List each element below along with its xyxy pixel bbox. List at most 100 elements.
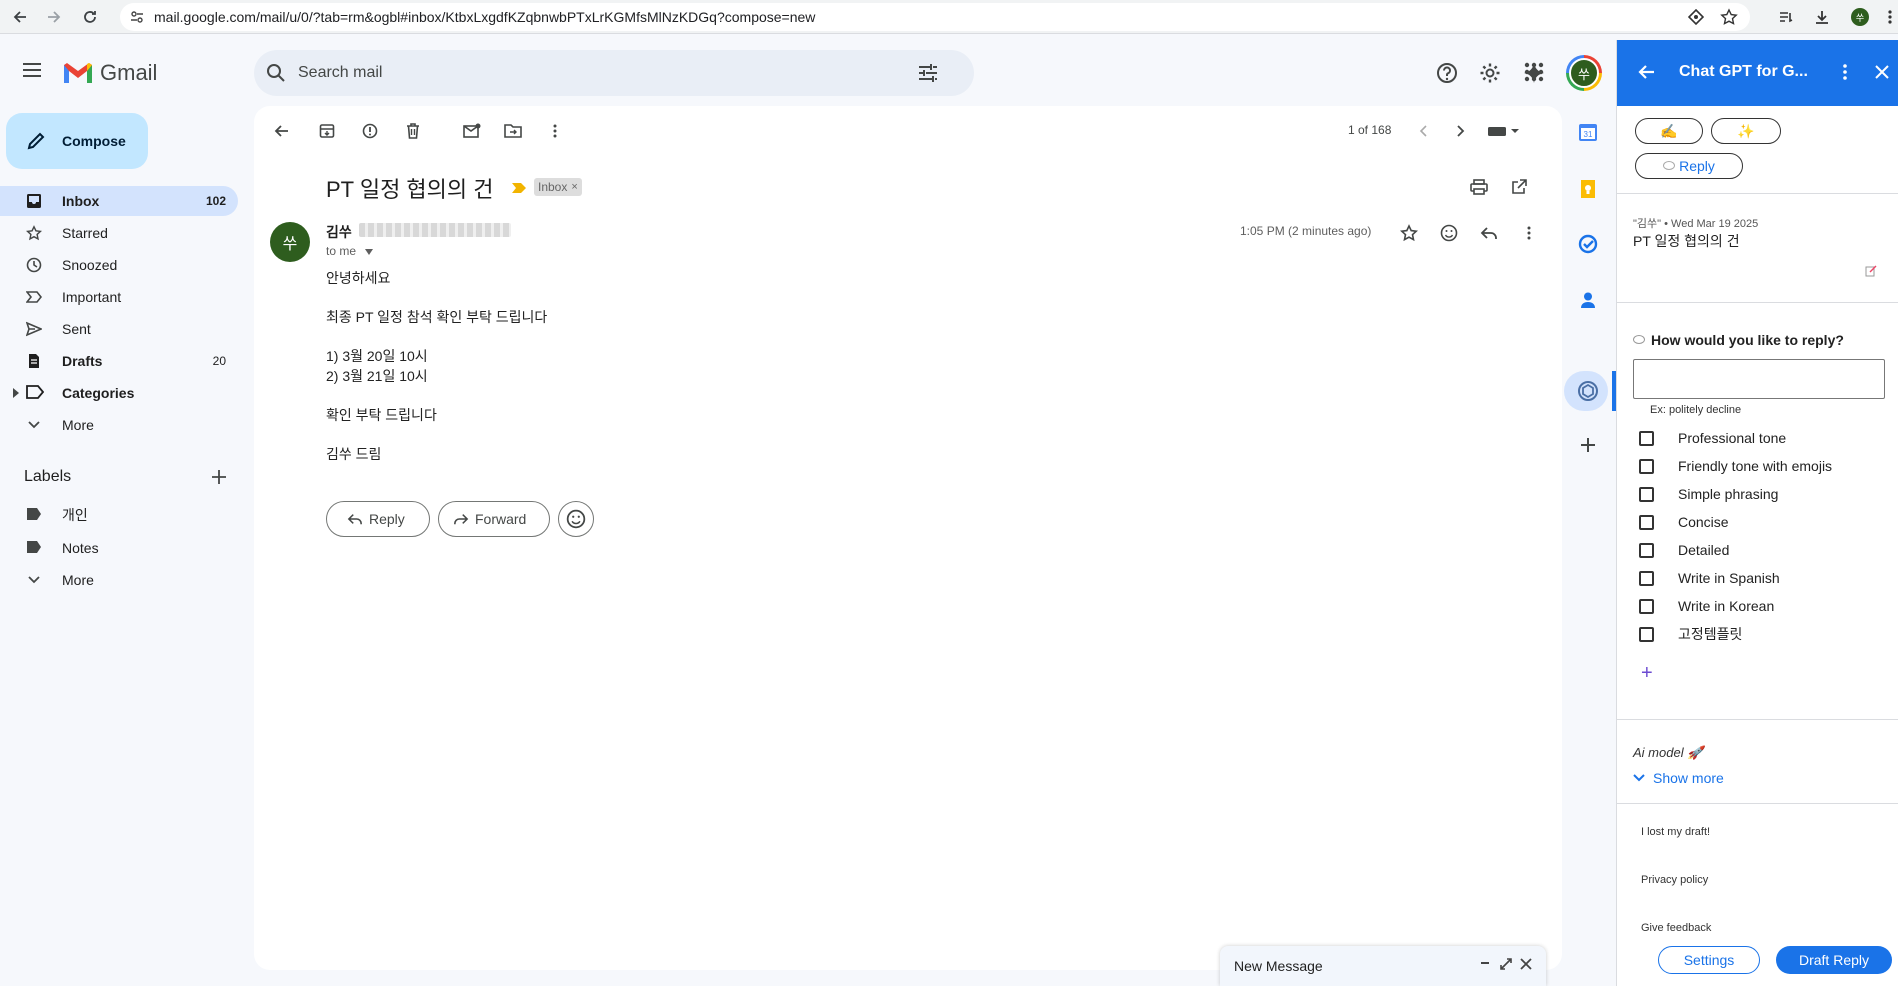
show-more-link[interactable]: Show more [1633,770,1724,786]
print-icon[interactable] [1468,176,1490,198]
emoji-reaction-button[interactable] [558,501,594,537]
settings-gear-icon[interactable] [1477,60,1503,86]
inbox-chip[interactable]: Inbox × [534,178,582,196]
chatgpt-addon-icon[interactable] [1576,379,1600,403]
draft-reply-button[interactable]: Draft Reply [1776,946,1892,974]
sender-avatar[interactable]: 쑤 [270,222,310,262]
search-options-icon[interactable] [918,64,938,82]
back-arrow-icon[interactable] [10,7,30,27]
expand-icon[interactable] [1500,958,1512,970]
label-item-personal[interactable]: 개인 [0,500,238,530]
address-bar[interactable]: mail.google.com/mail/u/0/?tab=rm&ogbl#in… [120,3,1750,31]
move-to-icon[interactable] [502,120,524,142]
emoji-react-icon[interactable] [1438,222,1460,244]
back-to-inbox-icon[interactable] [270,120,292,142]
reply-pill-button[interactable]: Reply [1635,153,1743,179]
search-bar[interactable] [254,50,974,96]
add-label-icon[interactable] [212,470,226,484]
google-apps-icon[interactable] [1524,62,1544,82]
checkbox[interactable] [1639,458,1654,474]
sparkle-pill-button[interactable]: ✨ [1711,118,1781,144]
expand-arrow-icon[interactable] [13,388,19,398]
tasks-icon[interactable] [1576,232,1600,256]
option-friendly-emojis[interactable]: Friendly tone with emojis [1639,456,1879,476]
sidebar-item-drafts[interactable]: Drafts 20 [0,346,238,376]
checkbox[interactable] [1639,570,1654,586]
important-marker-icon[interactable] [511,182,527,194]
recipient-line[interactable]: to me [326,244,374,258]
privacy-policy-link[interactable]: Privacy policy [1641,874,1708,886]
checkbox[interactable] [1639,542,1654,558]
details-dropdown-icon[interactable] [365,249,374,255]
archive-icon[interactable] [316,120,338,142]
forward-arrow-icon[interactable] [44,7,64,27]
compose-window-minimized[interactable]: New Message [1220,946,1546,986]
main-menu-icon[interactable] [22,62,42,78]
keep-icon[interactable] [1576,177,1600,201]
forward-button[interactable]: Forward [438,501,550,537]
chip-close-icon[interactable]: × [571,181,577,193]
calendar-icon[interactable]: 31 [1576,120,1600,144]
checkbox[interactable] [1639,626,1654,642]
older-chevron-icon[interactable] [1450,120,1472,142]
message-more-icon[interactable] [1518,222,1540,244]
bookmark-star-icon[interactable] [1720,8,1738,26]
reload-icon[interactable] [80,7,100,27]
sender-name[interactable]: 김쑤 [326,222,352,242]
compose-button[interactable]: Compose [6,113,148,169]
reading-list-icon[interactable] [1776,7,1796,27]
option-simple-phrasing[interactable]: Simple phrasing [1639,484,1879,504]
profile-avatar[interactable]: 쑤 [1850,7,1870,27]
account-avatar[interactable]: 쑤 [1566,55,1602,91]
option-fixed-template[interactable]: 고정템플릿 [1639,624,1879,644]
sidebar-item-more[interactable]: More [0,410,238,440]
option-detailed[interactable]: Detailed [1639,540,1879,560]
sidebar-item-important[interactable]: Important [0,282,238,312]
label-item-more[interactable]: More [0,565,238,595]
close-icon[interactable] [1520,958,1532,970]
write-pill-button[interactable]: ✍️ [1635,118,1703,144]
delete-icon[interactable] [402,120,424,142]
newer-chevron-icon[interactable] [1412,120,1434,142]
search-icon[interactable] [266,63,286,83]
option-professional-tone[interactable]: Professional tone [1639,428,1879,448]
option-spanish[interactable]: Write in Spanish [1639,568,1879,588]
option-korean[interactable]: Write in Korean [1639,596,1879,616]
download-icon[interactable] [1812,7,1832,27]
panel-more-icon[interactable] [1843,64,1847,80]
label-item-notes[interactable]: Notes [0,533,238,563]
close-icon[interactable] [1875,65,1889,79]
contacts-icon[interactable] [1576,288,1600,312]
url-text[interactable]: mail.google.com/mail/u/0/?tab=rm&ogbl#in… [154,9,815,25]
reply-icon[interactable] [1478,222,1500,244]
extension-icon[interactable] [1688,9,1704,25]
sidebar-item-starred[interactable]: Starred [0,218,238,248]
mark-unread-icon[interactable] [461,120,483,142]
back-arrow-icon[interactable] [1637,64,1655,80]
help-icon[interactable] [1434,60,1460,86]
edit-note-icon[interactable] [1865,265,1877,277]
report-spam-icon[interactable] [359,120,381,142]
reply-button[interactable]: Reply [326,501,430,537]
checkbox[interactable] [1639,598,1654,614]
sidebar-item-categories[interactable]: Categories [0,378,238,408]
checkbox[interactable] [1639,514,1654,530]
more-vert-icon[interactable] [544,120,566,142]
site-info-icon[interactable] [130,10,144,24]
sidebar-item-snoozed[interactable]: Snoozed [0,250,238,280]
checkbox[interactable] [1639,486,1654,502]
keyboard-input-icon[interactable] [1486,120,1522,142]
option-concise[interactable]: Concise [1639,512,1879,532]
reply-instruction-input[interactable] [1633,359,1885,399]
open-new-window-icon[interactable] [1508,176,1530,198]
checkbox[interactable] [1639,430,1654,446]
sidebar-item-sent[interactable]: Sent [0,314,238,344]
search-input[interactable] [298,50,898,96]
get-addons-icon[interactable] [1576,433,1600,457]
lost-draft-link[interactable]: I lost my draft! [1641,826,1710,838]
star-icon[interactable] [1398,222,1420,244]
gmail-logo[interactable]: Gmail [62,60,157,86]
sidebar-item-inbox[interactable]: Inbox 102 [0,186,238,216]
settings-button[interactable]: Settings [1658,946,1760,974]
minimize-icon[interactable] [1480,958,1490,968]
